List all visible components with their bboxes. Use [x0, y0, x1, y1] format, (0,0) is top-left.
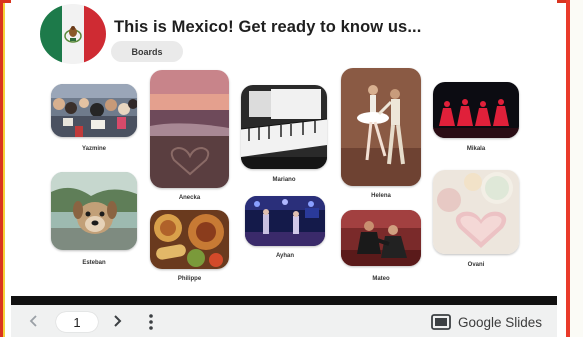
beach-sunset-heart-photo	[150, 70, 229, 188]
card-caption: Ovani	[467, 262, 485, 268]
presentation-toolbar: 1 Google Slides	[11, 305, 557, 337]
photo-card-mikala[interactable]: Mikala	[433, 82, 519, 155]
card-caption: Mariano	[272, 177, 296, 183]
photo-card-anecka[interactable]: Anecka	[150, 70, 229, 204]
crowd-protest-photo	[51, 84, 137, 137]
card-caption: Esteban	[82, 260, 106, 266]
piano-photo	[241, 85, 327, 169]
card-caption: Mateo	[372, 276, 390, 282]
card-caption: Mikala	[466, 146, 486, 152]
card-caption: Ayhan	[275, 253, 295, 259]
photo-card-philippe[interactable]: Philippe	[150, 210, 229, 286]
photo-card-yazmine[interactable]: Yazmine	[51, 84, 137, 156]
flag-red-stripe	[84, 4, 106, 64]
coat-of-arms-icon	[64, 26, 82, 43]
photo-card-mariano[interactable]: Mariano	[241, 85, 327, 187]
slide-canvas: This is Mexico! Get ready to know us... …	[11, 0, 557, 296]
frame-yellow-edge	[3, 3, 5, 337]
photo-card-mateo[interactable]: Mateo	[341, 210, 421, 287]
google-slides-link[interactable]: Google Slides	[431, 311, 542, 333]
next-slide-button[interactable]	[109, 313, 125, 329]
flag-white-stripe	[61, 4, 85, 64]
dog-photo	[51, 172, 137, 250]
chevron-left-icon	[29, 315, 37, 327]
pastel-cakes-photo	[433, 170, 519, 254]
card-caption: Philippe	[177, 276, 202, 282]
mexico-flag	[40, 4, 106, 64]
card-caption: Yazmine	[81, 146, 106, 152]
photo-card-ayhan[interactable]: Ayhan	[245, 196, 325, 266]
photo-card-helena[interactable]: Helena	[341, 68, 421, 202]
previous-slide-button[interactable]	[26, 313, 42, 329]
slide-bottom-border	[11, 296, 557, 305]
google-slides-icon	[431, 314, 451, 330]
card-caption: Helena	[371, 193, 391, 199]
more-vertical-icon	[149, 314, 153, 330]
ballet-dancers-photo	[341, 68, 421, 186]
page-title: This is Mexico! Get ready to know us...	[114, 18, 422, 36]
martial-arts-photo	[341, 210, 421, 266]
google-slides-label: Google Slides	[458, 314, 543, 330]
more-options-button[interactable]	[145, 312, 157, 332]
flag-green-stripe	[40, 4, 62, 64]
photo-card-ovani[interactable]: Ovani	[433, 170, 519, 272]
photo-card-esteban[interactable]: Esteban	[51, 172, 137, 270]
concert-stage-photo	[245, 196, 325, 246]
card-caption: Anecka	[178, 195, 201, 201]
frame-right-margin	[570, 0, 583, 337]
mexican-food-photo	[150, 210, 229, 269]
chevron-right-icon	[114, 315, 122, 327]
frame-right-edge	[566, 0, 570, 337]
boards-button[interactable]: Boards	[111, 41, 183, 62]
page-number-field[interactable]: 1	[56, 312, 98, 332]
red-dancers-photo	[433, 82, 519, 138]
